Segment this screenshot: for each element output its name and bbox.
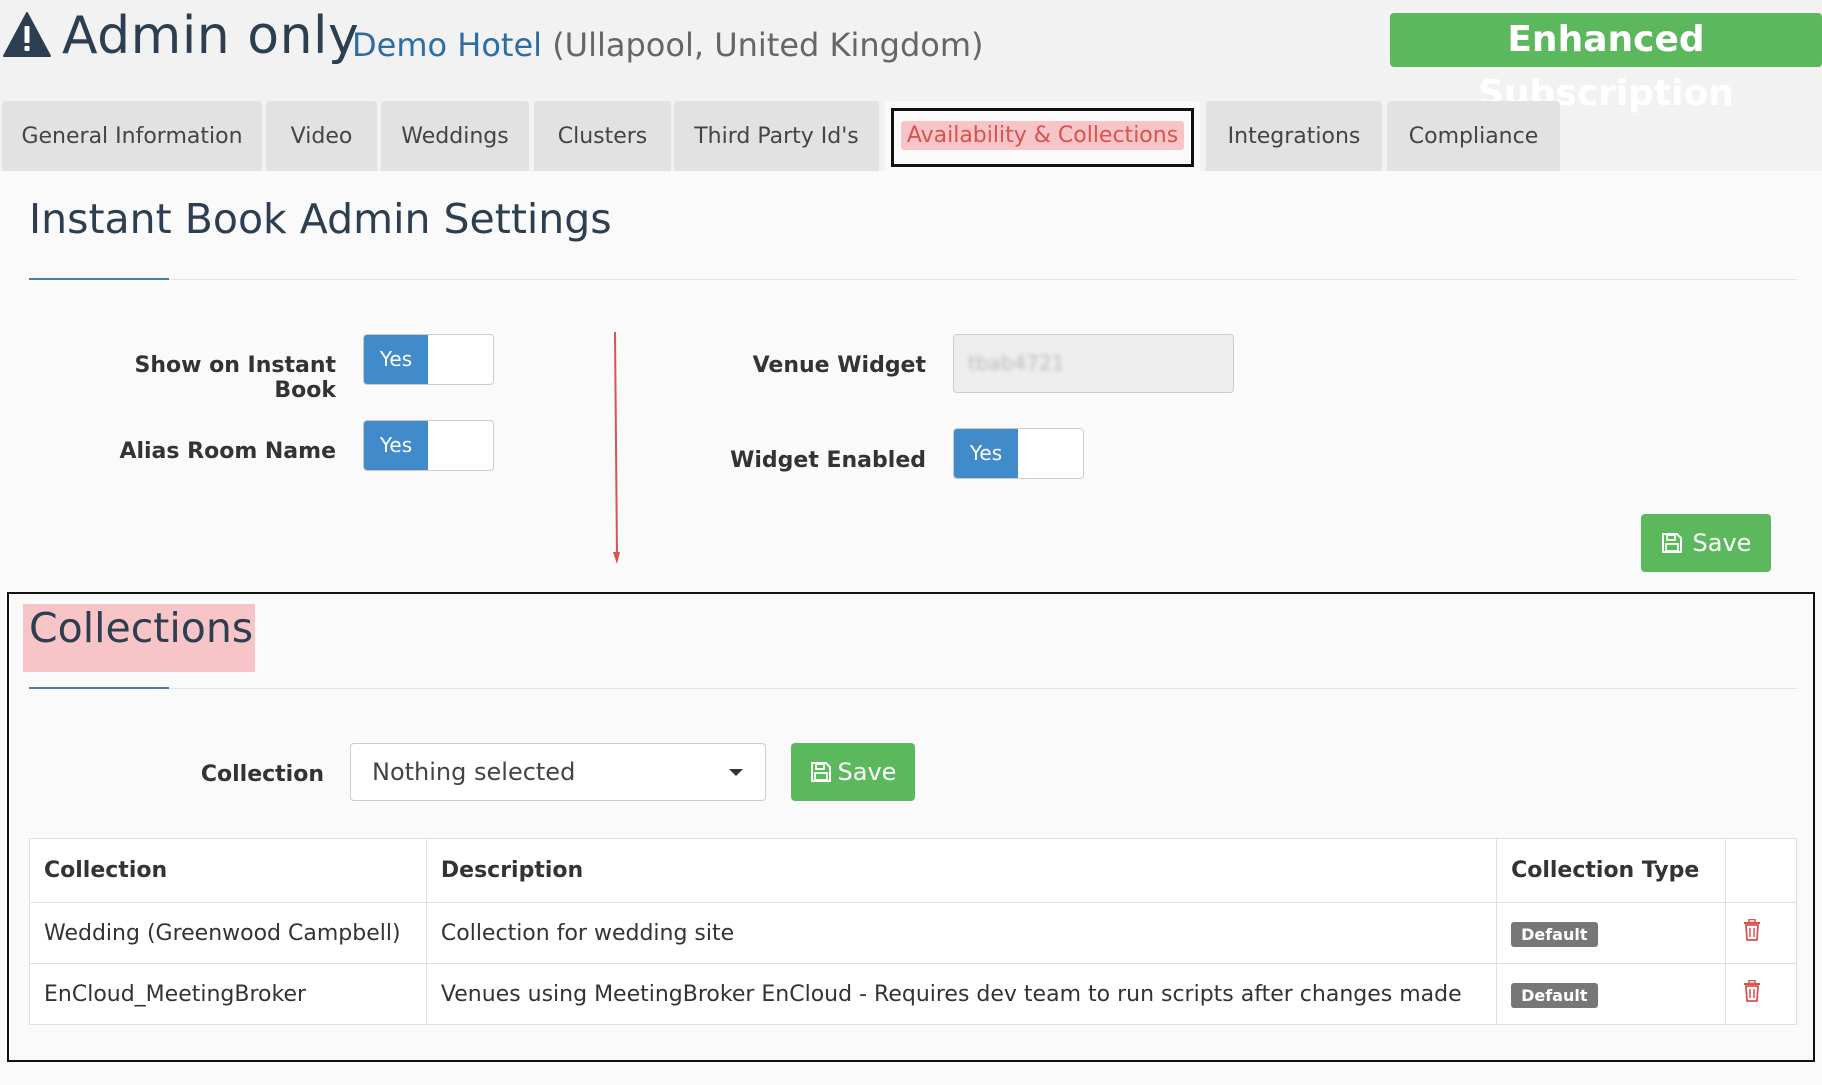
tab-bar: General Information Video Weddings Clust… bbox=[0, 101, 1822, 171]
column-header-actions bbox=[1725, 838, 1797, 903]
cell-collection: Wedding (Greenwood Campbell) bbox=[29, 902, 427, 964]
section-divider-accent bbox=[29, 278, 169, 280]
widget-enabled-label: Widget Enabled bbox=[730, 448, 926, 473]
collection-save-button[interactable]: Save bbox=[791, 743, 915, 801]
annotation-arrow bbox=[613, 331, 620, 564]
cell-collection-type: Default bbox=[1496, 963, 1726, 1025]
cell-collection: EnCloud_MeetingBroker bbox=[29, 963, 427, 1025]
show-on-instant-book-toggle[interactable]: Yes bbox=[363, 334, 494, 385]
cell-actions bbox=[1725, 963, 1797, 1025]
toggle-yes: Yes bbox=[954, 429, 1018, 478]
page-header: Admin only Demo Hotel (Ullapool, United … bbox=[0, 0, 1822, 114]
floppy-disk-icon bbox=[810, 762, 831, 782]
tab-integrations[interactable]: Integrations bbox=[1206, 101, 1382, 171]
table-row: Wedding (Greenwood Campbell) Collection … bbox=[29, 902, 1797, 964]
admin-only-title: Admin only bbox=[62, 6, 360, 66]
table-header-row: Collection Description Collection Type bbox=[29, 838, 1797, 903]
column-header-collection: Collection bbox=[29, 838, 427, 903]
default-badge: Default bbox=[1511, 982, 1598, 1008]
tab-availability-collections[interactable]: Availability & Collections bbox=[885, 101, 1200, 171]
table-row: EnCloud_MeetingBroker Venues using Meeti… bbox=[29, 963, 1797, 1025]
toggle-yes: Yes bbox=[364, 335, 428, 384]
save-button-label: Save bbox=[837, 758, 897, 786]
tab-clusters[interactable]: Clusters bbox=[534, 101, 671, 171]
tab-compliance[interactable]: Compliance bbox=[1387, 101, 1560, 171]
floppy-disk-icon bbox=[1661, 533, 1682, 553]
cell-collection-type: Default bbox=[1496, 902, 1726, 964]
warning-triangle-icon bbox=[3, 12, 51, 57]
alias-room-name-toggle[interactable]: Yes bbox=[363, 420, 494, 471]
instant-book-save-button[interactable]: Save bbox=[1641, 514, 1771, 572]
collections-table: Collection Description Collection Type W… bbox=[29, 838, 1797, 1025]
column-header-description: Description bbox=[425, 838, 1498, 903]
toggle-yes: Yes bbox=[364, 421, 428, 470]
collection-select[interactable]: Nothing selected bbox=[350, 743, 766, 801]
venue-widget-label: Venue Widget bbox=[752, 353, 926, 378]
alias-room-name-label: Alias Room Name bbox=[119, 439, 336, 464]
venue-widget-value: tbab4721 bbox=[968, 351, 1065, 375]
collection-select-label: Collection bbox=[200, 762, 324, 787]
instant-book-title: Instant Book Admin Settings bbox=[29, 195, 612, 243]
collection-select-value: Nothing selected bbox=[372, 758, 576, 786]
column-header-collection-type: Collection Type bbox=[1496, 838, 1726, 903]
tab-weddings[interactable]: Weddings bbox=[381, 101, 529, 171]
hotel-heading: Demo Hotel (Ullapool, United Kingdom) bbox=[352, 26, 984, 64]
tab-general-information[interactable]: General Information bbox=[2, 101, 262, 171]
section-divider bbox=[29, 688, 1797, 689]
save-button-label: Save bbox=[1692, 529, 1752, 557]
trash-icon[interactable] bbox=[1743, 919, 1761, 941]
hotel-name-link[interactable]: Demo Hotel bbox=[352, 26, 542, 64]
cell-actions bbox=[1725, 902, 1797, 964]
tab-third-party-ids[interactable]: Third Party Id's bbox=[674, 101, 879, 171]
cell-description: Collection for wedding site bbox=[425, 902, 1498, 964]
active-tab-label: Availability & Collections bbox=[900, 121, 1185, 150]
tab-video[interactable]: Video bbox=[266, 101, 377, 171]
hotel-location: (Ullapool, United Kingdom) bbox=[552, 26, 984, 64]
venue-widget-field[interactable]: tbab4721 bbox=[953, 334, 1234, 393]
cell-description: Venues using MeetingBroker EnCloud - Req… bbox=[425, 963, 1498, 1025]
trash-icon[interactable] bbox=[1743, 980, 1761, 1002]
section-divider bbox=[29, 279, 1797, 280]
section-divider-accent bbox=[29, 687, 169, 689]
show-on-instant-book-label: Show on Instant Book bbox=[134, 353, 336, 403]
active-tab-outline: Availability & Collections bbox=[891, 108, 1194, 167]
default-badge: Default bbox=[1511, 921, 1598, 947]
collections-title: Collections bbox=[29, 604, 254, 652]
caret-down-icon bbox=[729, 769, 743, 776]
subscription-badge: Enhanced Subscription bbox=[1390, 13, 1822, 114]
widget-enabled-toggle[interactable]: Yes bbox=[953, 428, 1084, 479]
